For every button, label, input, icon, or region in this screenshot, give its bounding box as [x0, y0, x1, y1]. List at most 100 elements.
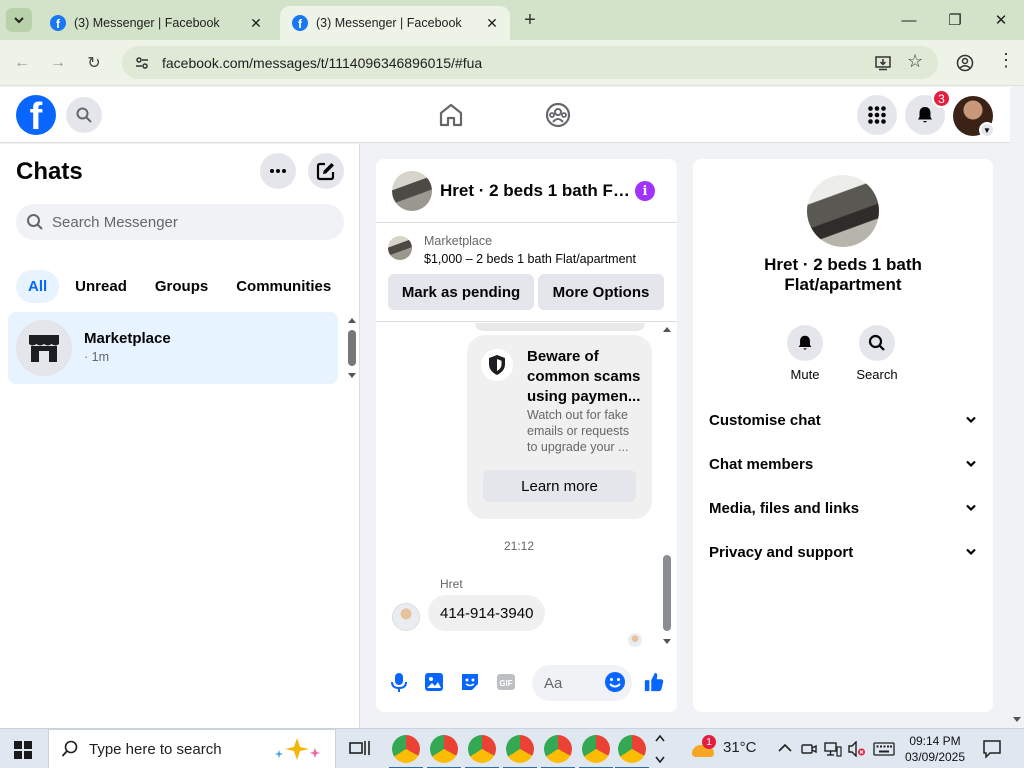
info-icon[interactable]: i [635, 181, 655, 201]
chat-members-section[interactable]: Chat members [709, 442, 977, 486]
new-message-button[interactable] [308, 153, 344, 189]
bookmark-star-icon[interactable]: ☆ [907, 51, 923, 72]
chrome-profile-app-icon[interactable] [615, 735, 649, 768]
microphone-icon[interactable] [388, 671, 410, 693]
chrome-app-icon[interactable] [389, 735, 423, 768]
seen-indicator-avatar [628, 633, 642, 647]
notifications-button[interactable]: 3 [905, 89, 951, 135]
weather-temperature[interactable]: 31°C [723, 739, 757, 756]
account-chevron-icon[interactable]: ▼ [979, 122, 995, 138]
notification-count-badge: 3 [932, 89, 951, 108]
menu-button[interactable] [857, 95, 897, 135]
reload-button[interactable]: ↻ [83, 52, 105, 74]
chat-options-button[interactable] [260, 153, 296, 189]
profile-icon[interactable] [956, 54, 974, 72]
restore-button[interactable]: ❐ [935, 8, 975, 32]
more-options-button[interactable]: More Options [538, 274, 664, 310]
windows-start-icon[interactable] [14, 741, 32, 759]
conversation-scrollbar[interactable] [662, 325, 672, 649]
minimize-button[interactable]: — [889, 8, 929, 32]
thumbs-up-icon[interactable] [643, 671, 665, 693]
volume-muted-icon[interactable] [848, 741, 866, 757]
sticker-icon[interactable] [459, 671, 481, 693]
message-input-placeholder: Aa [544, 674, 563, 692]
taskbar-clock[interactable]: 09:14 PM 03/09/2025 [900, 733, 970, 765]
task-view-icon[interactable] [349, 739, 371, 759]
chrome-profile-app-icon[interactable] [541, 735, 575, 768]
filter-all[interactable]: All [16, 270, 60, 303]
mute-button[interactable] [787, 325, 823, 361]
home-icon[interactable] [438, 102, 464, 128]
privacy-support-section[interactable]: Privacy and support [709, 530, 977, 574]
groups-icon[interactable] [545, 102, 571, 128]
network-icon[interactable] [824, 741, 842, 757]
search-button[interactable] [66, 97, 102, 133]
facebook-logo-icon[interactable]: f [16, 95, 56, 135]
listing-price-title[interactable]: $1,000 – 2 beds 1 bath Flat/apartment [424, 252, 636, 266]
forward-button[interactable]: → [47, 52, 69, 74]
taskbar-search-box[interactable]: Type here to search [48, 729, 336, 768]
notifications-center-icon[interactable] [982, 739, 1002, 759]
info-title-line2: Flat/apartment [784, 275, 902, 294]
conversation-title[interactable]: Hret · 2 beds 1 bath Flat/apartment [440, 181, 630, 201]
chevron-down-icon [966, 416, 976, 424]
close-tab-icon[interactable]: ✕ [484, 15, 500, 32]
section-label: Chat members [709, 455, 814, 473]
browser-tab-1[interactable]: f (3) Messenger | Facebook ✕ [38, 6, 274, 40]
conversation-header: Hret · 2 beds 1 bath Flat/apartment i [376, 159, 677, 223]
meet-now-icon[interactable] [801, 741, 817, 757]
weather-icon[interactable]: 1 [692, 735, 716, 759]
browser-menu-icon[interactable]: ⋮ [997, 50, 1015, 71]
chat-list-item[interactable]: Marketplace · 1m [8, 312, 338, 384]
filter-unread[interactable]: Unread [63, 270, 139, 303]
learn-more-button[interactable]: Learn more [483, 470, 636, 502]
install-app-icon[interactable] [874, 54, 892, 72]
browser-toolbar: ← → ↻ facebook.com/messages/t/1114096346… [0, 40, 1024, 86]
browser-tab-2[interactable]: f (3) Messenger | Facebook ✕ [280, 6, 510, 40]
tab-search-button[interactable] [6, 8, 32, 32]
chevron-up-icon[interactable] [778, 743, 792, 753]
address-bar[interactable]: facebook.com/messages/t/1114096346896015… [122, 46, 938, 79]
chat-list-scrollbar[interactable] [346, 316, 358, 386]
emoji-icon[interactable] [604, 671, 626, 693]
chrome-profile-app-icon[interactable] [465, 735, 499, 768]
chrome-profile-app-icon[interactable] [579, 735, 613, 768]
listing-photo[interactable] [807, 175, 879, 247]
listing-small-thumbnail[interactable] [388, 236, 412, 260]
chrome-profile-app-icon[interactable] [503, 735, 537, 768]
shield-icon [489, 355, 505, 375]
site-settings-icon[interactable] [134, 55, 150, 71]
search-icon [868, 334, 885, 351]
page-scrollbar[interactable] [1010, 87, 1024, 728]
mark-as-pending-button[interactable]: Mark as pending [388, 274, 534, 310]
scam-warning-card: Beware of common scams using paymen... W… [467, 335, 652, 519]
mute-action[interactable]: Mute [775, 325, 835, 382]
taskbar-overflow-arrows-icon[interactable] [655, 733, 665, 765]
filter-communities[interactable]: Communities [224, 270, 343, 303]
search-messenger-input[interactable]: Search Messenger [16, 204, 344, 240]
message-bubble[interactable]: 414-914-3940 [428, 595, 546, 631]
search-icon [76, 107, 92, 123]
media-files-links-section[interactable]: Media, files and links [709, 486, 977, 530]
search-conversation-button[interactable] [859, 325, 895, 361]
sender-avatar[interactable] [392, 603, 420, 631]
taskbar-search-placeholder: Type here to search [89, 740, 222, 758]
search-action[interactable]: Search [847, 325, 907, 382]
keyboard-icon[interactable] [873, 742, 895, 756]
marketplace-store-icon [29, 335, 59, 362]
gif-icon[interactable]: GIF [495, 671, 517, 693]
chat-name: Marketplace [84, 330, 171, 347]
listing-thumbnail[interactable] [392, 171, 432, 211]
photo-icon[interactable] [423, 671, 445, 693]
search-placeholder: Search Messenger [52, 213, 178, 231]
filter-groups[interactable]: Groups [143, 270, 220, 303]
close-tab-icon[interactable]: ✕ [248, 15, 264, 32]
message-thread: Beware of common scams using paymen... W… [376, 323, 677, 653]
marketplace-listing-bar: Marketplace $1,000 – 2 beds 1 bath Flat/… [376, 224, 677, 322]
tab-title: (3) Messenger | Facebook [316, 16, 462, 30]
close-window-button[interactable]: ✕ [981, 8, 1021, 32]
back-button[interactable]: ← [11, 52, 33, 74]
customise-chat-section[interactable]: Customise chat [709, 398, 977, 442]
new-tab-button[interactable]: + [518, 9, 542, 32]
chrome-whatsapp-app-icon[interactable] [427, 735, 461, 768]
